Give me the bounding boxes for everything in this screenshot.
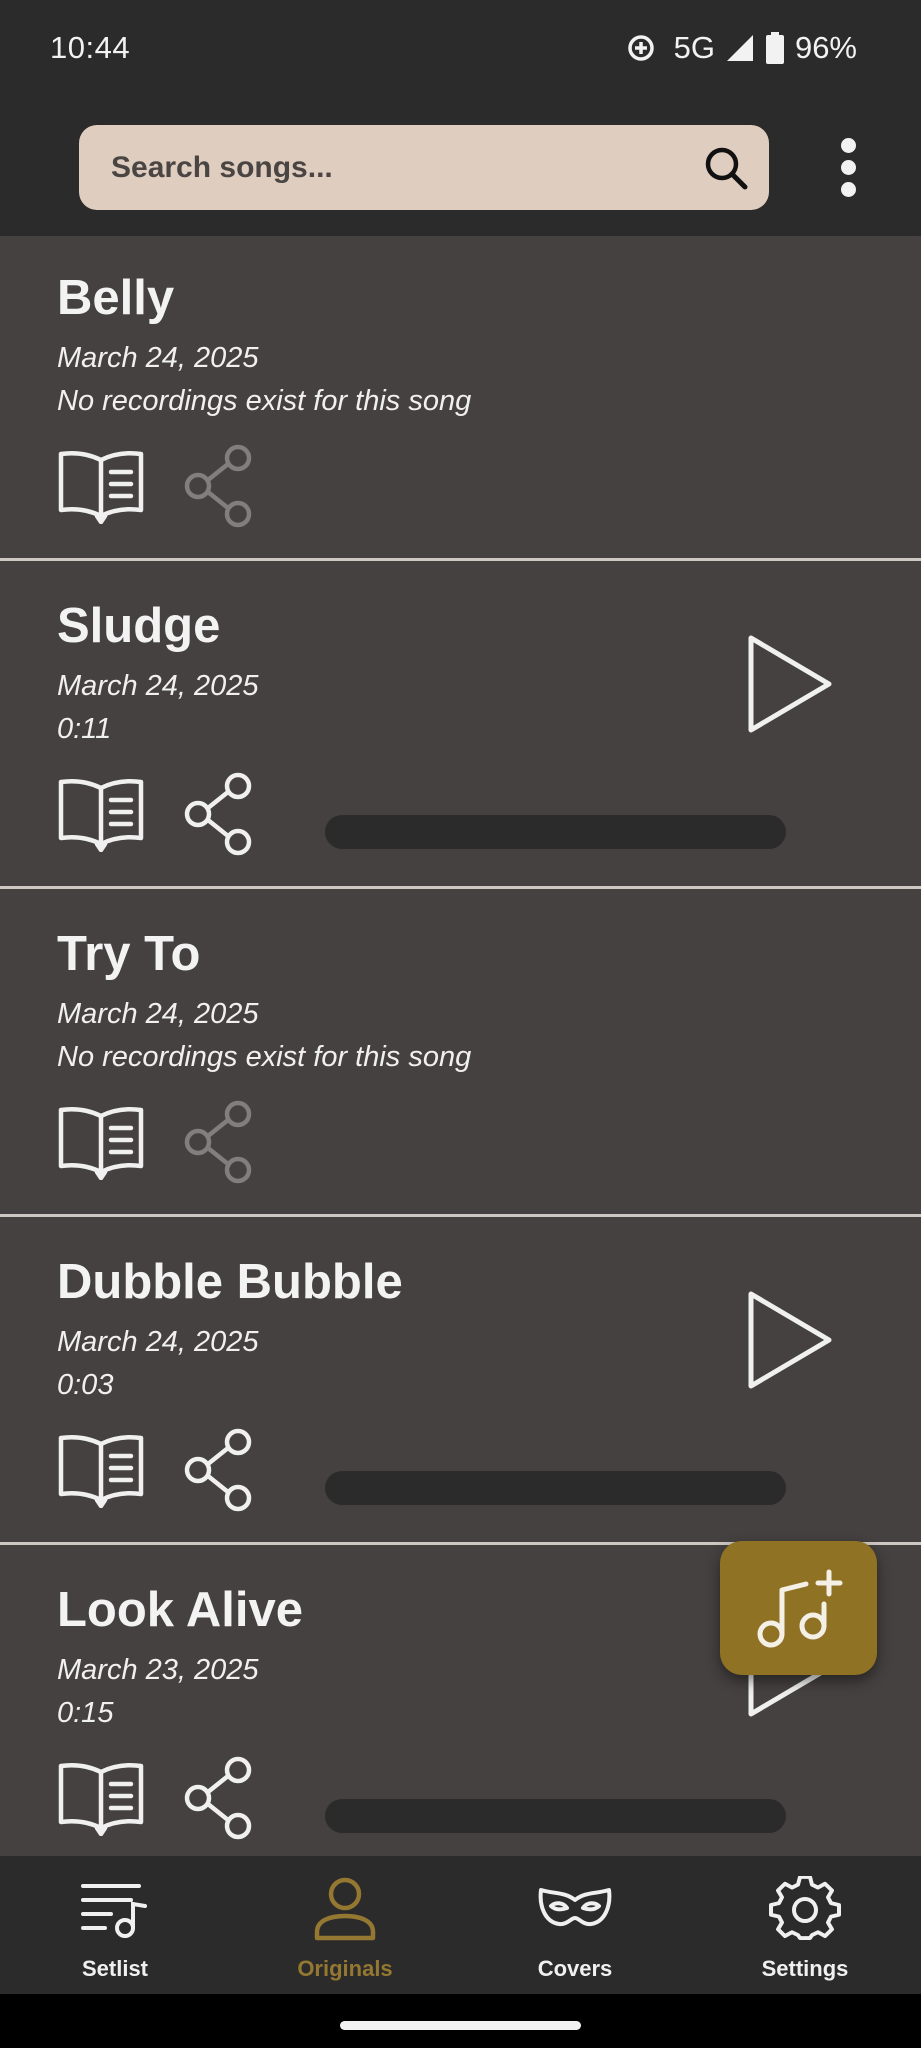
song-card[interactable]: Dubble Bubble March 24, 2025 0:03 <box>0 1220 921 1545</box>
lyrics-book-icon[interactable] <box>57 1760 145 1837</box>
song-duration: 0:15 <box>57 1697 114 1729</box>
status-icons: 5G 96% <box>626 30 857 66</box>
song-title: Belly <box>57 271 175 325</box>
playback-progress-bar[interactable] <box>325 1799 786 1833</box>
signal-icon <box>725 33 755 63</box>
song-title: Look Alive <box>57 1583 303 1637</box>
nav-label: Settings <box>761 1956 849 1981</box>
song-date: March 23, 2025 <box>57 1654 259 1686</box>
add-song-button[interactable] <box>720 1541 877 1675</box>
lyrics-book-icon[interactable] <box>57 1104 145 1181</box>
share-icon <box>182 444 258 528</box>
person-icon <box>314 1877 376 1941</box>
share-icon <box>182 1100 258 1184</box>
battery-icon <box>765 32 785 64</box>
status-time: 10:44 <box>50 30 131 65</box>
play-icon[interactable] <box>745 632 835 736</box>
song-card[interactable]: Try To March 24, 2025 No recordings exist … <box>0 892 921 1217</box>
home-gesture-handle[interactable] <box>340 2021 581 2030</box>
song-title: Dubble Bubble <box>57 1255 403 1309</box>
playback-progress-bar[interactable] <box>325 815 786 849</box>
setlist-icon <box>81 1884 147 1938</box>
search-bar[interactable] <box>79 125 769 210</box>
lyrics-book-icon[interactable] <box>57 1432 145 1509</box>
data-saver-icon <box>626 33 656 63</box>
song-title: Try To <box>57 927 201 981</box>
nav-label: Setlist <box>81 1956 149 1981</box>
no-recordings-message: No recordings exist for this song <box>57 1041 472 1073</box>
nav-covers[interactable]: Covers <box>460 1856 690 1994</box>
song-date: March 24, 2025 <box>57 670 259 702</box>
share-icon[interactable] <box>182 772 258 856</box>
mask-icon <box>538 1888 612 1927</box>
more-dot <box>840 138 856 153</box>
song-duration: 0:11 <box>57 713 112 745</box>
nav-label: Originals <box>297 1956 393 1981</box>
bottom-navigation: Setlist Originals Covers Settings <box>0 1856 921 1994</box>
song-date: March 24, 2025 <box>57 1326 259 1358</box>
share-icon[interactable] <box>182 1756 258 1840</box>
gear-icon <box>769 1876 841 1940</box>
lyrics-book-icon[interactable] <box>57 776 145 853</box>
more-dot <box>840 182 856 197</box>
battery-label: 96% <box>794 30 857 65</box>
lyrics-book-icon[interactable] <box>57 448 145 525</box>
search-input[interactable] <box>111 125 671 210</box>
top-bar <box>0 100 921 236</box>
nav-settings[interactable]: Settings <box>690 1856 920 1994</box>
status-bar: 10:44 5G 96% <box>0 0 921 100</box>
song-duration: 0:03 <box>57 1369 114 1401</box>
more-dot <box>840 160 856 175</box>
no-recordings-message: No recordings exist for this song <box>57 385 472 417</box>
play-icon[interactable] <box>745 1288 835 1392</box>
song-date: March 24, 2025 <box>57 342 259 374</box>
song-title: Sludge <box>57 599 221 653</box>
playback-progress-bar[interactable] <box>325 1471 786 1505</box>
network-label: 5G <box>673 30 715 65</box>
more-options-button[interactable] <box>828 130 868 205</box>
gesture-area <box>0 1994 921 2048</box>
nav-originals[interactable]: Originals <box>230 1856 460 1994</box>
song-date: March 24, 2025 <box>57 998 259 1030</box>
nav-setlist[interactable]: Setlist <box>0 1856 230 1994</box>
song-card[interactable]: Belly March 24, 2025 No recordings exist f… <box>0 236 921 561</box>
add-music-icon <box>757 1569 842 1648</box>
search-icon[interactable] <box>701 143 751 193</box>
song-card[interactable]: Sludge March 24, 2025 0:11 <box>0 564 921 889</box>
nav-label: Covers <box>537 1956 613 1981</box>
share-icon[interactable] <box>182 1428 258 1512</box>
